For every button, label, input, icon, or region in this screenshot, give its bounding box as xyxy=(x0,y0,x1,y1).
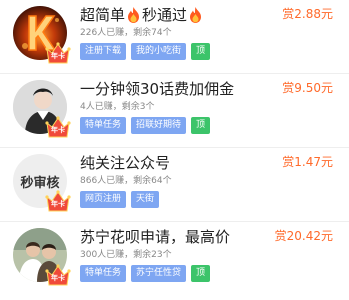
task-item[interactable]: 年卡 一分钟领30话费加佣金 赏9.50元 4人已赚，剩余3个 特单任务 招联好… xyxy=(0,74,349,148)
task-stats: 866人已赚，剩余64个 xyxy=(80,176,172,186)
tag-list: 注册下载 我的小吃街 顶 xyxy=(80,43,211,60)
tag: 苏宁任性贷 xyxy=(131,265,187,282)
crown-badge: 年卡 xyxy=(45,189,71,213)
crown-label: 年卡 xyxy=(51,274,65,282)
fire-icon xyxy=(127,7,140,23)
task-stats: 226人已赚，剩余74个 xyxy=(80,28,172,38)
crown-badge: 年卡 xyxy=(45,115,71,139)
task-title-part: 秒通过 xyxy=(142,6,188,24)
crown-badge: 年卡 xyxy=(45,263,71,287)
top-tag: 顶 xyxy=(191,43,211,60)
reward-amount: 赏20.42元 xyxy=(274,229,333,243)
tag: 特单任务 xyxy=(80,265,127,282)
tag-list: 特单任务 苏宁任性贷 顶 xyxy=(80,265,211,282)
avatar: 秒审核 年卡 xyxy=(13,154,71,212)
crown-label: 年卡 xyxy=(51,126,65,134)
tag: 我的小吃街 xyxy=(131,43,187,60)
task-stats: 4人已赚，剩余3个 xyxy=(80,102,155,112)
task-item[interactable]: 秒审核 年卡 纯关注公众号 赏1.47元 866人已赚，剩余64个 网页注册 天… xyxy=(0,148,349,222)
tag-list: 特单任务 招联好期待 顶 xyxy=(80,117,211,134)
task-item[interactable]: 年卡 苏宁花呗申请，最高价 赏20.42元 300人已赚，剩余23个 特单任务 … xyxy=(0,222,349,296)
tag: 网页注册 xyxy=(80,191,127,208)
task-title: 纯关注公众号 xyxy=(80,154,171,172)
tag: 天街 xyxy=(131,191,160,208)
task-list: 年卡 超简单 秒通过 赏2.88元 226人已赚，剩余74个 注册下载 我的小吃… xyxy=(0,0,349,300)
tag: 招联好期待 xyxy=(131,117,187,134)
top-tag: 顶 xyxy=(191,265,211,282)
reward-amount: 赏9.50元 xyxy=(282,81,333,95)
crown-badge: 年卡 xyxy=(45,41,71,65)
tag: 特单任务 xyxy=(80,117,127,134)
tag-list: 网页注册 天街 xyxy=(80,191,160,208)
task-title: 苏宁花呗申请，最高价 xyxy=(80,228,231,246)
top-tag: 顶 xyxy=(191,117,211,134)
reward-amount: 赏2.88元 xyxy=(282,7,333,21)
task-title: 超简单 秒通过 xyxy=(80,4,204,26)
reward-amount: 赏1.47元 xyxy=(282,155,333,169)
task-title: 一分钟领30话费加佣金 xyxy=(80,80,235,98)
task-item[interactable]: 年卡 超简单 秒通过 赏2.88元 226人已赚，剩余74个 注册下载 我的小吃… xyxy=(0,0,349,74)
avatar-text: 秒审核 xyxy=(20,175,60,191)
avatar: 年卡 xyxy=(13,80,71,138)
avatar: 年卡 xyxy=(13,228,71,286)
crown-label: 年卡 xyxy=(51,52,65,60)
task-title-part: 超简单 xyxy=(80,6,126,24)
crown-label: 年卡 xyxy=(51,200,65,208)
task-stats: 300人已赚，剩余23个 xyxy=(80,250,172,260)
tag: 注册下载 xyxy=(80,43,127,60)
fire-icon xyxy=(189,7,202,23)
avatar: 年卡 xyxy=(13,6,71,64)
